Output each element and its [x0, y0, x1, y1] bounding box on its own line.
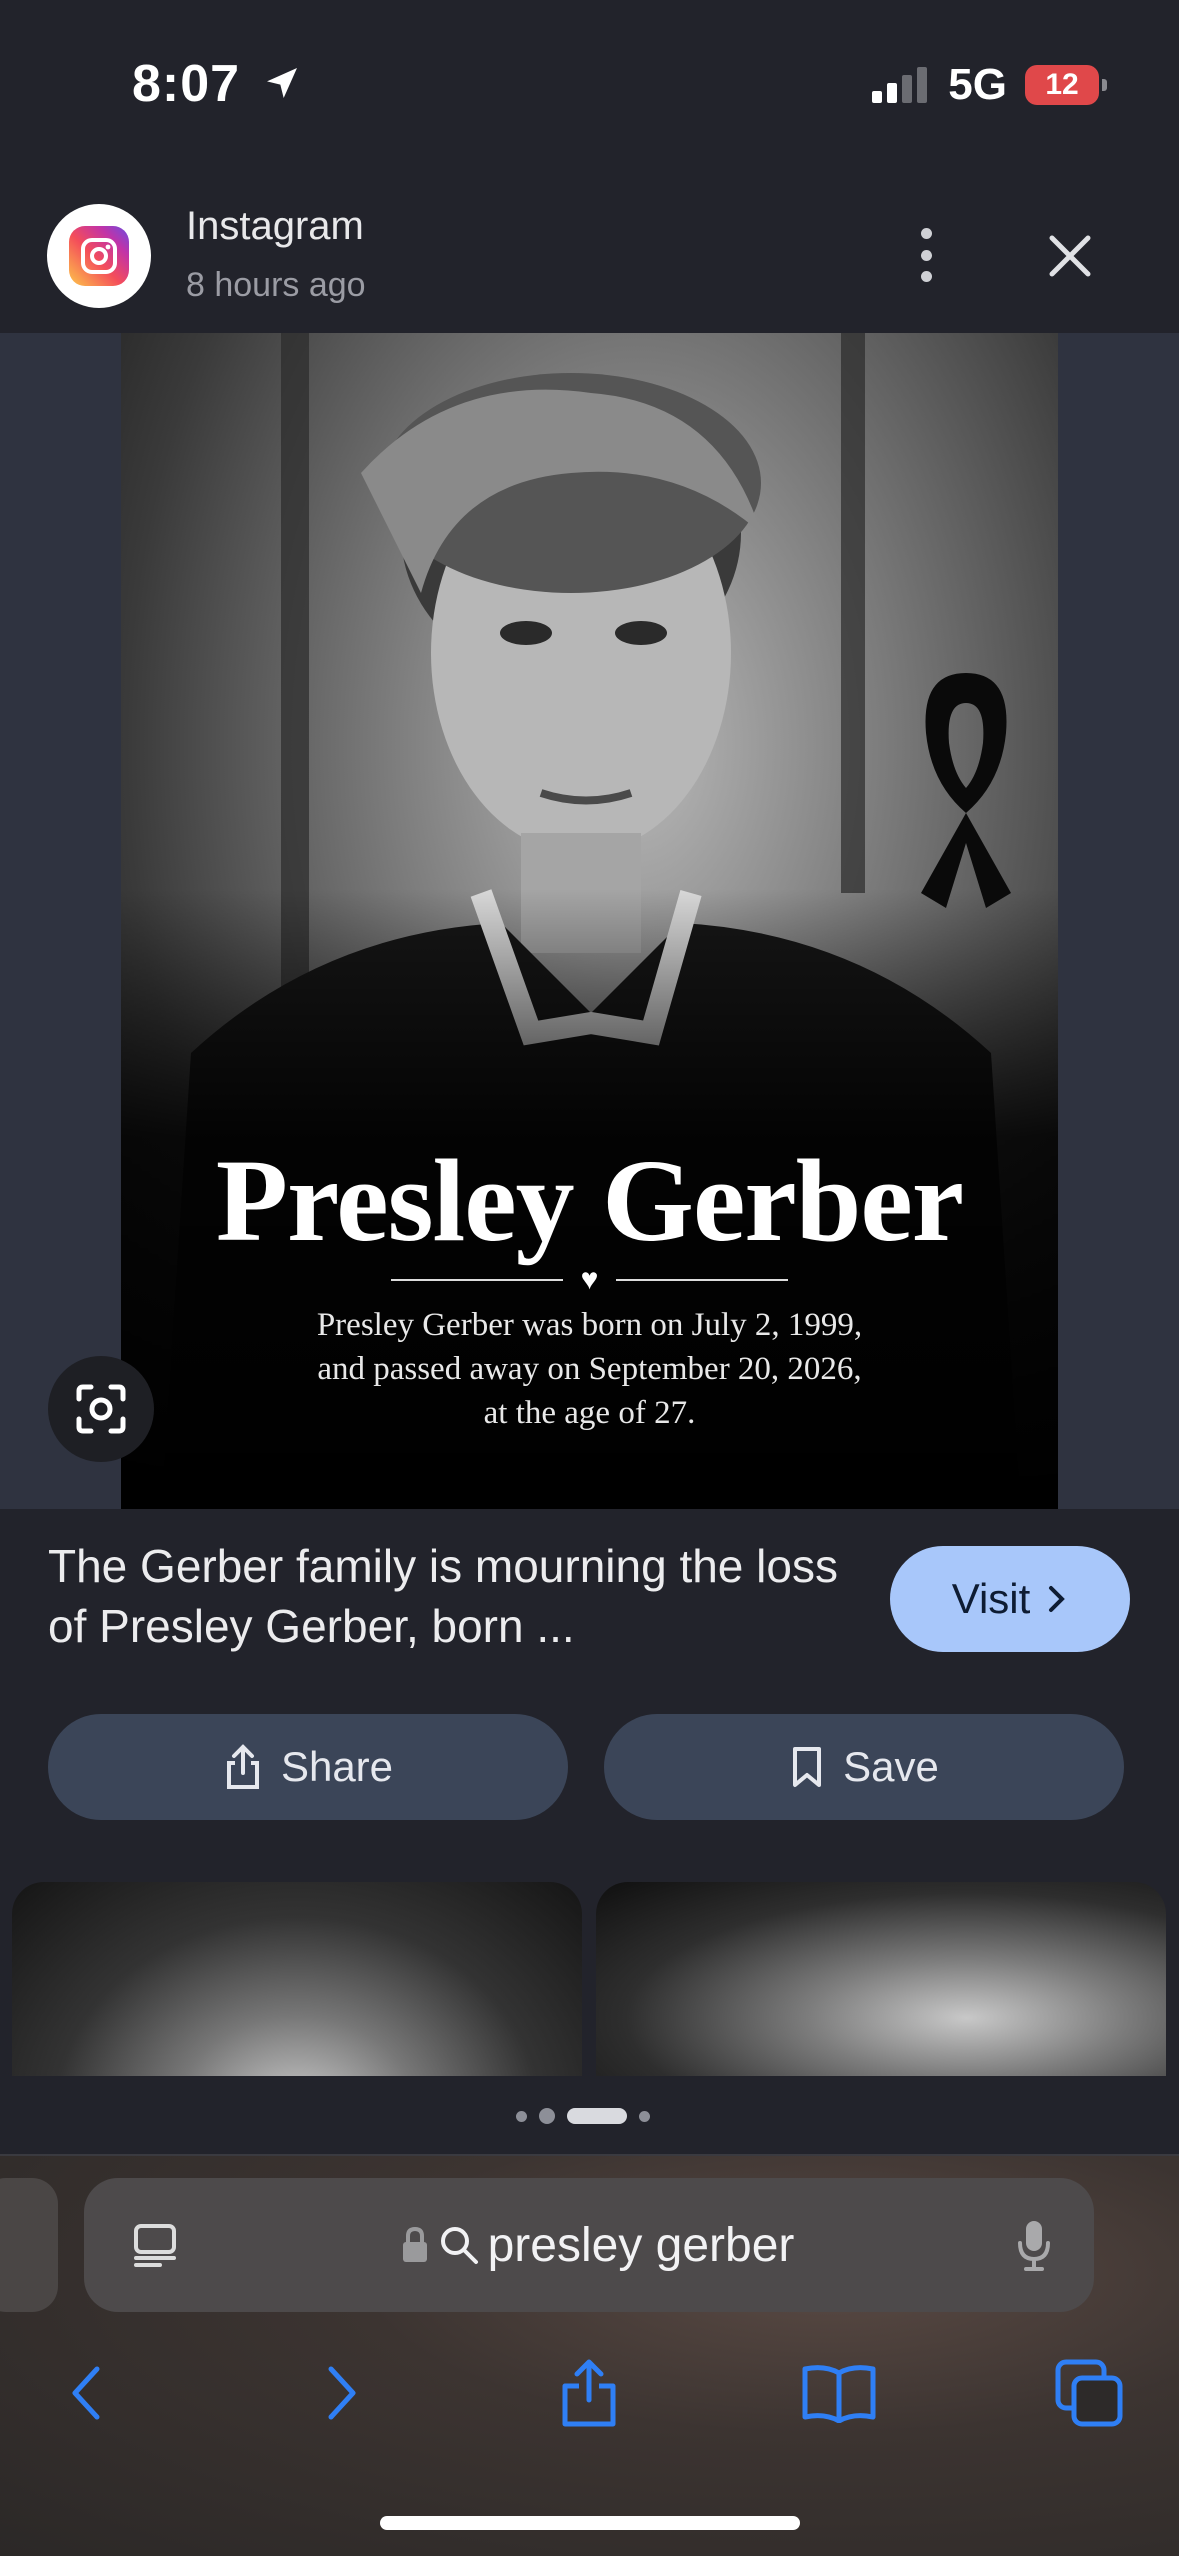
forward-icon[interactable] [296, 2348, 386, 2438]
visit-label: Visit [951, 1575, 1031, 1622]
visit-button[interactable]: Visit [890, 1546, 1130, 1652]
memorial-divider: ♥ [391, 1263, 788, 1296]
microphone-icon[interactable] [1014, 2217, 1054, 2273]
location-arrow-icon [266, 68, 297, 98]
share-icon [226, 1744, 259, 1789]
search-icon [440, 2227, 478, 2264]
close-icon[interactable] [1038, 224, 1102, 288]
status-right: 5G 12 [870, 60, 1107, 110]
related-image-1[interactable] [12, 1882, 582, 2076]
memorial-text: Presley Gerber was born on July 2, 1999,… [121, 1303, 1058, 1435]
bookmarks-icon[interactable] [794, 2348, 884, 2438]
instagram-icon [47, 204, 151, 308]
save-button[interactable]: Save [604, 1714, 1124, 1820]
search-query: presley gerber [487, 2218, 795, 2272]
tabs-icon[interactable] [1044, 2348, 1134, 2438]
bookmark-icon [793, 1747, 822, 1787]
chevron-right-icon [1049, 1586, 1066, 1612]
back-icon[interactable] [42, 2348, 132, 2438]
ribbon-icon [921, 673, 1011, 908]
memorial-line-2: and passed away on September 20, 2026, [317, 1351, 862, 1387]
share-toolbar-icon[interactable] [544, 2348, 634, 2438]
source-name[interactable]: Instagram [186, 204, 364, 249]
more-icon[interactable] [906, 220, 946, 290]
signal-icon [872, 67, 928, 103]
previous-tab[interactable] [0, 2178, 58, 2312]
lens-icon[interactable] [48, 1356, 154, 1462]
result-caption[interactable]: The Gerber family is mourning the loss o… [48, 1536, 878, 1656]
carousel-dots [516, 2108, 650, 2124]
lock-icon [402, 2226, 427, 2262]
status-time: 8:07 [132, 54, 302, 114]
save-label: Save [843, 1743, 939, 1790]
result-image[interactable]: Presley Gerber ♥ Presley Gerber was born… [121, 333, 1058, 1509]
battery-icon: 12 [1025, 65, 1107, 105]
address-bar[interactable]: presley gerber [84, 2178, 1094, 2312]
nav-row [0, 2348, 1179, 2438]
battery-level: 12 [1045, 68, 1079, 101]
status-time-text: 8:07 [132, 55, 241, 113]
share-button[interactable]: Share [48, 1714, 568, 1820]
home-indicator[interactable] [380, 2516, 800, 2530]
source-time: 8 hours ago [186, 266, 366, 304]
network-type: 5G [948, 60, 1007, 109]
share-label: Share [280, 1743, 394, 1790]
memorial-line-1: Presley Gerber was born on July 2, 1999, [316, 1307, 863, 1343]
heart-icon: ♥ [580, 1263, 599, 1296]
tabs-overview-icon[interactable] [130, 2220, 180, 2270]
memorial-line-3: at the age of 27. [483, 1395, 696, 1431]
related-image-2[interactable] [596, 1882, 1166, 2076]
memorial-name: Presley Gerber [215, 1135, 964, 1266]
